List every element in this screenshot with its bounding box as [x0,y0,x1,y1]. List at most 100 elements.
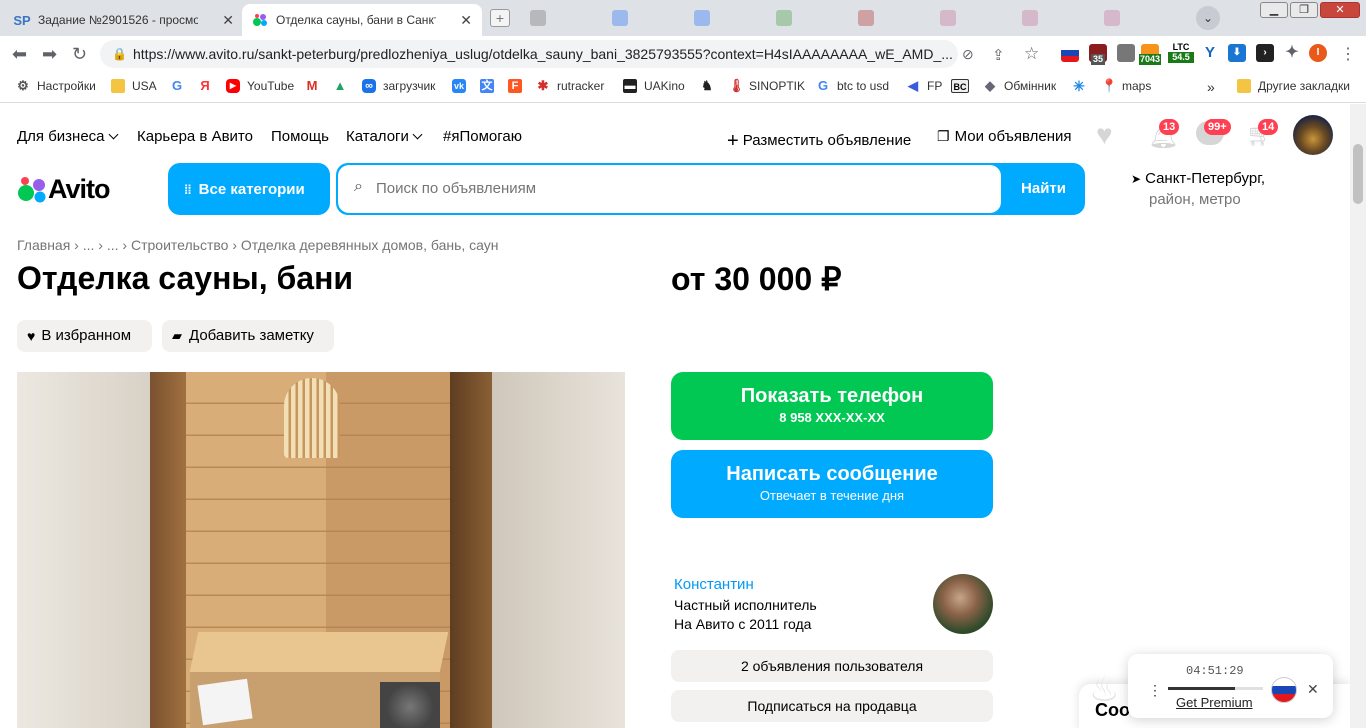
bookmark-item[interactable]: ⚙ Настройки [16,79,96,94]
tab-favicon-icon[interactable] [1104,10,1120,26]
nav-catalogs[interactable]: Каталоги [346,128,423,145]
write-message-button[interactable]: Написать сообщение Отвечает в течение дн… [671,450,993,518]
sauna-paper [197,678,253,726]
close-icon[interactable]: ✕ [1307,681,1319,698]
cart-badge: 14 [1258,119,1279,135]
subscribe-seller-button[interactable]: Подписаться на продавца [671,690,993,722]
tab-favicon-icon[interactable] [776,10,792,26]
tab-favicon-icon[interactable] [858,10,874,26]
search-submit-button[interactable]: Найти [1002,163,1085,215]
reload-icon[interactable]: ↻ [72,44,87,65]
profile-avatar[interactable]: I [1309,44,1327,62]
get-premium-link[interactable]: Get Premium [1176,695,1253,710]
seller-type: Частный исполнитель [674,597,817,613]
listing-photo-gallery[interactable] [17,372,625,728]
minimize-button[interactable]: ▁ [1260,2,1288,18]
gmail-icon: M [306,78,318,93]
bookmark-item[interactable]: ▶ YouTube [226,79,294,93]
share-icon[interactable]: ⇪ [992,46,1005,64]
nav-ya-pomogayu[interactable]: #яПомогаю [443,128,522,145]
tab-favicon-icon[interactable] [940,10,956,26]
post-ad-link[interactable]: + Разместить объявление [727,128,911,152]
favorite-button[interactable]: ♥ В избранном [17,320,152,352]
bookmark-item[interactable]: USA [111,79,157,93]
nav-help[interactable]: Помощь [271,128,329,145]
bookmark-item[interactable]: ✱ rutracker [536,79,605,94]
bookmark-item[interactable]: ◀ FP [906,79,942,94]
breadcrumb-item[interactable]: ... [83,237,95,253]
search-input[interactable]: ⌕ Поиск по объявлениям [338,165,1001,213]
tab-favicon-icon[interactable] [612,10,628,26]
nav-career[interactable]: Карьера в Авито [137,128,253,145]
bookmark-item[interactable]: M [305,79,326,93]
seller-since: На Авито с 2011 года [674,616,812,632]
bookmark-item[interactable]: Gbtc to usd [816,79,889,94]
add-note-button[interactable]: ▰ Добавить заметку [162,320,334,352]
new-tab-button[interactable]: + [490,9,510,27]
bookmark-item[interactable]: ▬ UAKino [623,79,685,93]
bookmark-item[interactable]: ♞ [700,79,721,93]
russia-flag-icon[interactable] [1271,677,1297,703]
back-icon[interactable]: ⬅ [12,44,27,65]
download-ext-icon[interactable]: ⬇ [1228,44,1246,62]
breadcrumb-item[interactable]: Строительство [131,237,228,253]
bookmark-item[interactable]: Я [198,79,219,93]
page-scrollbar[interactable] [1350,104,1366,728]
more-bookmarks-button[interactable]: » [1207,79,1215,95]
bookmark-item[interactable]: 🌡 SINOPTIK [728,79,805,94]
nav-business[interactable]: Для бизнеса [17,128,118,145]
terminal-ext-icon[interactable]: › [1256,44,1274,62]
bookmark-item[interactable]: G [170,79,191,93]
y-ext-icon[interactable]: Y [1201,44,1219,62]
folder-icon [1237,79,1251,93]
bookmark-item[interactable]: 📍 maps [1101,78,1151,94]
avito-logo[interactable]: Avito [17,174,110,205]
location-selector[interactable]: ➤ Санкт-Петербург, район, метро [1131,170,1265,208]
breadcrumb-item[interactable]: Главная [17,237,70,253]
bookmark-item[interactable]: 文 [480,79,501,93]
extension-icon[interactable] [1117,44,1135,62]
other-bookmarks-folder[interactable]: Другие закладки [1237,79,1350,93]
bookmark-item[interactable]: vk [452,79,473,93]
tab-favicon-icon[interactable] [694,10,710,26]
bookmark-star-icon[interactable]: ☆ [1024,44,1039,64]
menu-dots-icon[interactable]: ⋮ [1340,44,1356,64]
close-icon[interactable]: ✕ [460,12,472,29]
browser-tab-active[interactable]: Отделка сауны, бани в Санкт-Пет ✕ [242,4,482,36]
show-phone-button[interactable]: Показать телефон 8 958 XXX-XX-XX [671,372,993,440]
vpn-menu-icon[interactable]: ⋮ [1148,682,1162,699]
close-icon[interactable]: ✕ [222,12,234,29]
seller-name-link[interactable]: Константин [674,576,754,593]
tab-search-icon[interactable]: ⌄ [1196,6,1220,30]
maps-icon: 📍 [1101,78,1118,93]
uakino-icon: ▬ [623,79,637,93]
bookmark-item[interactable]: ∞ загрузчик [362,79,435,93]
seller-avatar[interactable] [933,574,993,634]
ublock-ext-icon[interactable]: 35 [1089,44,1107,65]
site-permissions-icon[interactable]: ⊘ [962,46,974,63]
user-avatar[interactable] [1293,115,1333,155]
breadcrumb-item[interactable]: Отделка деревянных домов, бань, саун [241,237,499,253]
breadcrumb-item[interactable]: ... [107,237,119,253]
all-categories-button[interactable]: ⁞⁞ Все категории [168,163,330,215]
seller-ads-button[interactable]: 2 объявления пользователя [671,650,993,682]
my-ads-link[interactable]: ❐ Мои объявления [937,128,1072,145]
bookmark-item[interactable]: ✳ [1072,79,1093,93]
url-field[interactable]: 🔒 https://www.avito.ru/sankt-peterburg/p… [100,40,958,68]
maximize-button[interactable]: ❐ [1290,2,1318,18]
bookmark-item[interactable]: ▲ [333,79,354,93]
bookmark-item[interactable]: ◆ Обмінник [983,79,1056,94]
tab-favicon-icon[interactable] [530,10,546,26]
bookmark-item[interactable]: F [508,79,529,93]
forward-icon[interactable]: ➡ [42,44,57,65]
bookmark-item[interactable]: BC [951,79,976,93]
window-close-button[interactable]: ✕ [1320,2,1360,18]
russia-flag-ext-icon[interactable] [1061,44,1079,62]
tab-favicon-icon[interactable] [1022,10,1038,26]
favorites-heart-icon[interactable]: ♥ [1096,120,1113,150]
browser-tab[interactable]: SP Задание №2901526 - просмотр з ✕ [4,4,244,36]
scroll-thumb[interactable] [1353,144,1363,204]
bitcoin-ext-icon[interactable]: 7043 [1139,44,1162,65]
extensions-puzzle-icon[interactable]: ✦ [1283,44,1301,62]
ltc-ext-icon[interactable]: LTC 54.5 [1168,42,1194,66]
